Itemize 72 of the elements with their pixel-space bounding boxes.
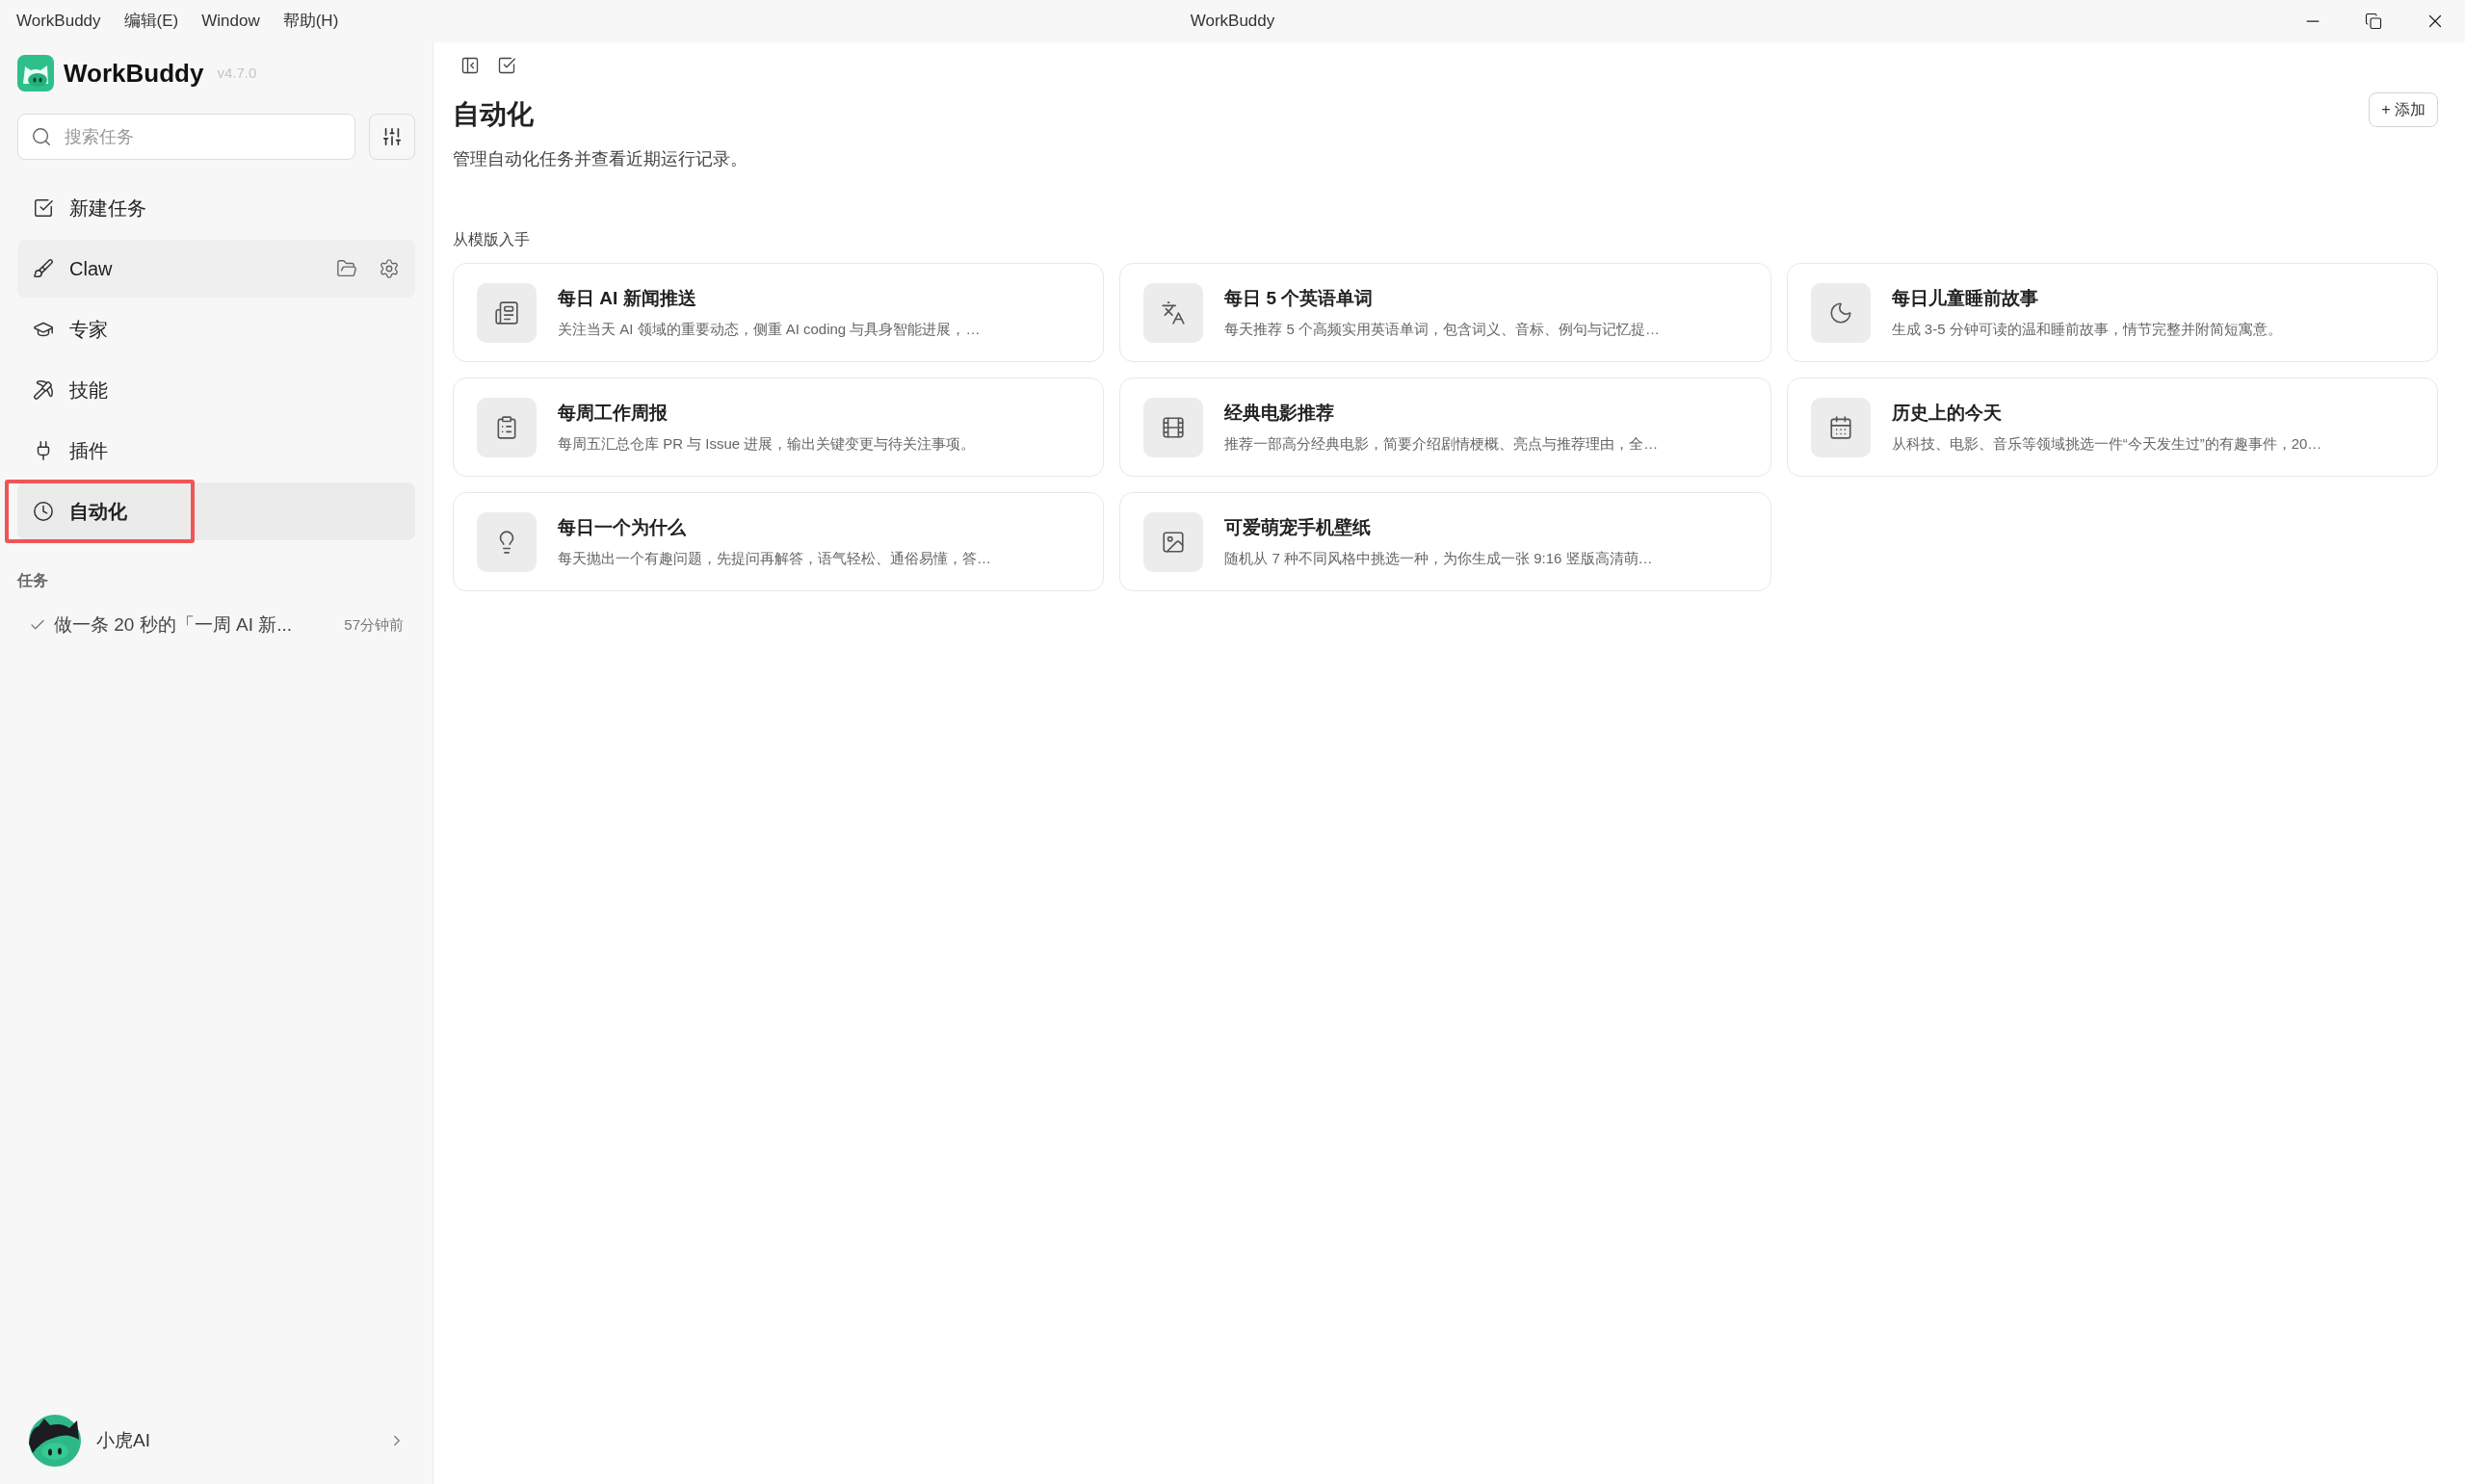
nav-item[interactable]: 专家 — [17, 300, 415, 358]
add-button[interactable]: + 添加 — [2369, 92, 2438, 127]
folder-icon[interactable] — [336, 258, 357, 279]
card-description: 关注当天 AI 领域的重要动态，侧重 AI coding 与具身智能进展，… — [558, 319, 981, 339]
nav-label: 自动化 — [69, 500, 127, 524]
user-name: 小虎AI — [96, 1428, 150, 1452]
image-icon — [1161, 529, 1187, 555]
search-icon — [31, 126, 52, 147]
nav-item[interactable]: 技能 — [17, 361, 415, 419]
card-title: 可爱萌宠手机壁纸 — [1224, 516, 1373, 539]
task-time: 57分钟前 — [344, 614, 404, 635]
sidebar-toggle-icon[interactable] — [460, 56, 480, 75]
checkbox-icon — [33, 197, 54, 219]
template-card[interactable]: 每日 AI 新闻推送 关注当天 AI 领域的重要动态，侧重 AI coding 与具身智能进展，… — [453, 263, 1105, 362]
search-field[interactable]: 搜索任务 — [17, 114, 355, 160]
card-description: 生成 3-5 分钟可读的温和睡前故事，情节完整并附简短寓意。 — [1891, 319, 2282, 339]
template-card[interactable]: 历史上的今天 从科技、电影、音乐等领域挑选一件“今天发生过”的有趣事件，20… — [1786, 378, 2438, 477]
card-description: 每周五汇总仓库 PR 与 Issue 进展，输出关键变更与待关注事项。 — [558, 433, 976, 454]
nav-item[interactable]: 新建任务 — [17, 179, 415, 237]
clock-icon — [33, 501, 54, 522]
card-description: 随机从 7 种不同风格中挑选一种，为你生成一张 9:16 竖版高清萌… — [1224, 548, 1653, 568]
menu-item[interactable]: 编辑(E) — [123, 9, 179, 34]
brush-icon — [33, 258, 54, 279]
nav-label: Claw — [69, 257, 113, 281]
menu-item[interactable]: 帮助(H) — [282, 9, 339, 34]
card-title: 每周工作周报 — [558, 402, 669, 425]
menu-item[interactable]: Window — [201, 9, 260, 34]
section-heading: 任务 — [17, 571, 49, 590]
nav-item[interactable]: 插件 — [17, 422, 415, 480]
page-subtitle: 管理自动化任务并查看近期运行记录。 — [453, 148, 747, 170]
settings-icon[interactable] — [379, 258, 400, 279]
moon-icon — [1827, 299, 1853, 325]
card-description: 推荐一部高分经典电影，简要介绍剧情梗概、亮点与推荐理由，全… — [1224, 433, 1659, 454]
template-card[interactable]: 可爱萌宠手机壁纸 随机从 7 种不同风格中挑选一种，为你生成一张 9:16 竖版高清萌… — [1119, 492, 1771, 591]
card-title: 每日 AI 新闻推送 — [558, 287, 697, 310]
calendar-icon — [1827, 414, 1853, 440]
card-description: 每天推荐 5 个高频实用英语单词，包含词义、音标、例句与记忆提… — [1224, 319, 1660, 339]
restore-icon[interactable] — [2365, 13, 2382, 30]
nav-label: 新建任务 — [69, 196, 146, 221]
task-title: 做一条 20 秒的「一周 AI 新... — [54, 612, 293, 637]
avatar-icon[interactable] — [29, 1415, 81, 1467]
nav-label: 专家 — [69, 318, 108, 342]
card-title: 历史上的今天 — [1891, 402, 2003, 425]
nav-item[interactable]: Claw — [17, 240, 415, 298]
template-card[interactable]: 每周工作周报 每周五汇总仓库 PR 与 Issue 进展，输出关键变更与待关注事项。 — [453, 378, 1105, 477]
pickaxe-icon — [33, 379, 54, 401]
nav-label: 插件 — [69, 439, 108, 463]
menu-item[interactable]: WorkBuddy — [16, 9, 101, 34]
nav-item[interactable]: 自动化 — [17, 482, 415, 540]
card-title: 经典电影推荐 — [1224, 402, 1336, 425]
card-title: 每日一个为什么 — [558, 516, 687, 539]
template-card[interactable]: 每日 5 个英语单词 每天推荐 5 个高频实用英语单词，包含词义、音标、例句与记忆提… — [1119, 263, 1771, 362]
logo-icon — [17, 55, 54, 91]
card-title: 每日 5 个英语单词 — [1224, 287, 1375, 310]
template-card[interactable]: 每日一个为什么 每天抛出一个有趣问题，先提问再解答，语气轻松、通俗易懂，答… — [453, 492, 1105, 591]
nav-label: 技能 — [69, 378, 108, 403]
card-description: 从科技、电影、音乐等领域挑选一件“今天发生过”的有趣事件，20… — [1891, 433, 2322, 454]
template-card[interactable]: 每日儿童睡前故事 生成 3-5 分钟可读的温和睡前故事，情节完整并附简短寓意。 — [1786, 263, 2438, 362]
film-icon — [1161, 414, 1187, 440]
newspaper-icon — [494, 299, 519, 325]
section-label: 从模版入手 — [453, 230, 531, 249]
window-title: WorkBuddy — [1190, 11, 1275, 33]
sliders-icon — [381, 126, 403, 147]
app-name: WorkBuddy — [64, 57, 204, 90]
checkbox-icon[interactable] — [497, 56, 516, 75]
card-description: 每天抛出一个有趣问题，先提问再解答，语气轻松、通俗易懂，答… — [558, 548, 991, 568]
translate-icon — [1161, 299, 1187, 325]
page-title: 自动化 — [453, 98, 535, 131]
filter-button[interactable] — [369, 114, 415, 160]
template-card[interactable]: 经典电影推荐 推荐一部高分经典电影，简要介绍剧情梗概、亮点与推荐理由，全… — [1119, 378, 1771, 477]
task-item[interactable]: 做一条 20 秒的「一周 AI 新... 57分钟前 — [17, 606, 415, 644]
card-title: 每日儿童睡前故事 — [1891, 287, 2039, 310]
